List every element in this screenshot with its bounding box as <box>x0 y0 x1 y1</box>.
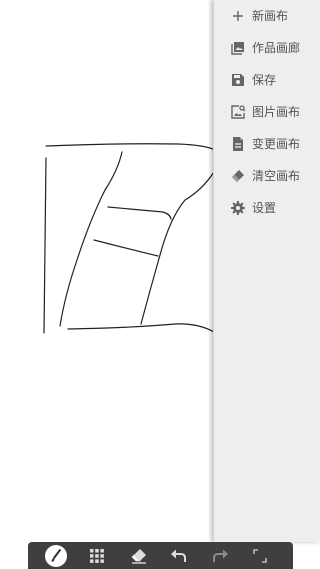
eraser-icon <box>232 170 244 182</box>
resize-button[interactable] <box>248 544 272 568</box>
menu-item-label: 作品画廊 <box>252 41 301 55</box>
undo-icon <box>171 549 186 562</box>
resize-icon <box>253 549 267 563</box>
side-menu: 新画布 作品画廊 保存 图片画布 变更画布 清空画布 设置 <box>213 0 320 542</box>
save-icon <box>232 74 244 86</box>
menu-item-label: 设置 <box>252 201 277 215</box>
menu-item-new-canvas[interactable]: 新画布 <box>214 0 320 32</box>
menu-item-image-canvas[interactable]: 图片画布 <box>214 96 320 128</box>
menu-item-save[interactable]: 保存 <box>214 64 320 96</box>
bottom-toolbar <box>28 542 293 569</box>
palette-grid-button[interactable] <box>85 544 109 568</box>
undo-button[interactable] <box>167 544 191 568</box>
menu-item-label: 图片画布 <box>252 105 301 119</box>
menu-item-label: 变更画布 <box>252 137 301 151</box>
document-icon <box>233 137 243 151</box>
brush-icon <box>45 545 67 567</box>
brush-tool-button[interactable] <box>44 544 68 568</box>
menu-item-gallery[interactable]: 作品画廊 <box>214 32 320 64</box>
eraser-icon <box>131 549 146 564</box>
menu-item-label: 清空画布 <box>252 169 301 183</box>
eraser-tool-button[interactable] <box>127 544 151 568</box>
gear-icon <box>231 201 245 215</box>
redo-icon <box>213 549 228 562</box>
plus-icon <box>233 11 243 21</box>
menu-item-label: 保存 <box>252 73 277 87</box>
redo-button[interactable] <box>208 544 232 568</box>
grid-icon <box>90 549 104 563</box>
menu-item-clear-canvas[interactable]: 清空画布 <box>214 160 320 192</box>
menu-item-change-canvas[interactable]: 变更画布 <box>214 128 320 160</box>
gallery-icon <box>231 42 244 55</box>
menu-item-settings[interactable]: 设置 <box>214 192 320 224</box>
image-search-icon <box>231 105 246 119</box>
menu-item-label: 新画布 <box>252 9 289 23</box>
